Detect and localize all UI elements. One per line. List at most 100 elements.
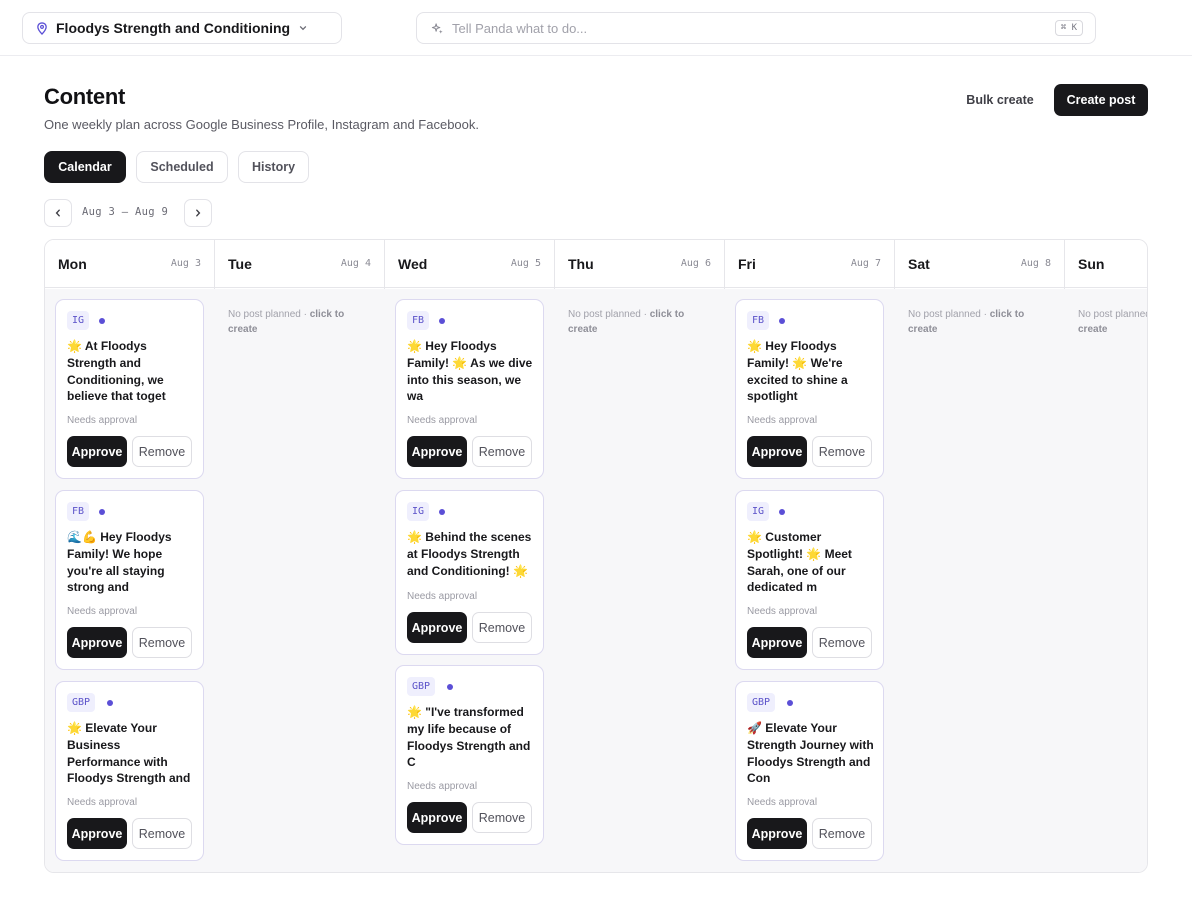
bulk-create-button[interactable]: Bulk create (956, 84, 1044, 116)
approve-button[interactable]: Approve (407, 612, 467, 643)
remove-button[interactable]: Remove (132, 818, 192, 849)
day-header: Thu Aug 6 (555, 240, 724, 288)
approve-button[interactable]: Approve (67, 436, 127, 467)
post-card[interactable]: IG 🌟 At Floodys Strength and Conditioning… (55, 299, 204, 479)
day-name: Mon (58, 256, 87, 272)
day-header: SunAug 9 (1065, 240, 1147, 288)
approval-status: Needs approval (747, 606, 818, 617)
day-header: Mon Aug 3 (45, 240, 214, 288)
post-card[interactable]: IG 🌟 Behind the scenes at Floodys Strengt… (395, 490, 544, 655)
status-dot (439, 509, 445, 515)
empty-text: No post planned · (228, 309, 310, 320)
chevron-left-icon (55, 209, 60, 217)
remove-button[interactable]: Remove (472, 436, 532, 467)
post-card[interactable]: IG 🌟 Customer Spotlight! 🌟 Meet Sarah, on… (735, 490, 884, 670)
day-body[interactable]: No post planned · click to create (1065, 289, 1148, 872)
day-date: Aug 4 (340, 258, 371, 269)
post-preview-text: 🌟 "I've transformed my life because of F… (407, 705, 531, 770)
day-column-tue: Tue Aug 4 No post planned · click to creat… (215, 240, 385, 872)
approve-button[interactable]: Approve (67, 627, 127, 658)
chevron-down-icon (299, 26, 307, 31)
remove-button[interactable]: Remove (472, 612, 532, 643)
empty-slot[interactable]: No post planned · click to create (228, 307, 368, 337)
shortcut-hint: ⌘ K (1054, 20, 1083, 36)
day-name: Sat (908, 256, 930, 272)
create-post-button[interactable]: Create post (1054, 84, 1148, 116)
command-bar[interactable]: ⌘ K (416, 12, 1096, 44)
day-body[interactable]: No post planned · click to create (895, 289, 1065, 872)
approve-button[interactable]: Approve (747, 627, 807, 658)
status-dot (99, 509, 105, 515)
platform-badge: IG (67, 311, 90, 330)
chevron-right-icon (196, 209, 201, 217)
day-body: IG 🌟 At Floodys Strength and Conditioning… (45, 289, 215, 872)
remove-button[interactable]: Remove (812, 436, 872, 467)
day-header: Sat Aug 8 (895, 240, 1064, 288)
week-calendar: Mon Aug 3 IG 🌟 At Floodys Strength and Cond… (44, 239, 1148, 873)
approve-button[interactable]: Approve (747, 436, 807, 467)
status-dot (107, 700, 113, 706)
post-card[interactable]: FB 🌊💪 Hey Floodys Family! We hope you're … (55, 490, 204, 670)
empty-text: No post planned · (1078, 309, 1148, 320)
day-body[interactable]: No post planned · click to create (215, 289, 385, 872)
post-card[interactable]: FB 🌟 Hey Floodys Family! 🌟 As we dive int… (395, 299, 544, 479)
platform-badge: GBP (407, 677, 436, 696)
command-input[interactable] (452, 20, 1095, 36)
week-range: Aug 3 – Aug 9 (82, 206, 169, 218)
approval-status: Needs approval (67, 797, 138, 808)
empty-slot[interactable]: No post planned · click to create (568, 307, 708, 337)
post-preview-text: 🌟 Behind the scenes at Floodys Strength … (407, 530, 532, 578)
remove-button[interactable]: Remove (132, 627, 192, 658)
approve-button[interactable]: Approve (407, 802, 467, 833)
page-title: Content (44, 84, 125, 109)
day-body: FB 🌟 Hey Floodys Family! 🌟 We're excited … (725, 289, 895, 872)
map-pin-icon (37, 21, 47, 35)
platform-badge: FB (67, 502, 90, 521)
empty-slot[interactable]: No post planned · click to create (908, 307, 1048, 337)
platform-badge: IG (747, 502, 770, 521)
remove-button[interactable]: Remove (472, 802, 532, 833)
status-dot (99, 318, 105, 324)
day-body[interactable]: No post planned · click to create (555, 289, 725, 872)
post-card[interactable]: GBP 🚀 Elevate Your Strength Journey with … (735, 681, 884, 861)
top-bar: Floodys Strength and Conditioning ⌘ K (0, 0, 1192, 56)
day-column-fri: Fri Aug 7 FB 🌟 Hey Floodys Family! 🌟 We're … (725, 240, 895, 872)
next-week-button[interactable] (184, 199, 212, 227)
empty-text: No post planned · (568, 309, 650, 320)
remove-button[interactable]: Remove (812, 627, 872, 658)
remove-button[interactable]: Remove (132, 436, 192, 467)
day-date: Aug 6 (680, 258, 711, 269)
day-header: Tue Aug 4 (215, 240, 384, 288)
approve-button[interactable]: Approve (67, 818, 127, 849)
remove-button[interactable]: Remove (812, 818, 872, 849)
tab-calendar[interactable]: Calendar (44, 151, 126, 183)
approve-button[interactable]: Approve (407, 436, 467, 467)
day-column-sun: SunAug 9 No post planned · click to creat… (1065, 240, 1148, 872)
day-column-mon: Mon Aug 3 IG 🌟 At Floodys Strength and Cond… (45, 240, 215, 872)
post-card[interactable]: GBP 🌟 Elevate Your Business Performance w… (55, 681, 204, 861)
day-date: Aug 3 (170, 258, 201, 269)
status-dot (447, 684, 453, 690)
approve-button[interactable]: Approve (747, 818, 807, 849)
page-subtitle: One weekly plan across Google Business P… (44, 117, 480, 132)
day-name: Sun (1078, 256, 1105, 272)
post-preview-text: 🌊💪 Hey Floodys Family! We hope you're al… (67, 530, 172, 595)
day-name: Tue (228, 256, 252, 272)
status-dot (779, 509, 785, 515)
previous-week-button[interactable] (44, 199, 72, 227)
approval-status: Needs approval (407, 781, 478, 792)
location-selector[interactable]: Floodys Strength and Conditioning (22, 12, 342, 44)
tab-scheduled[interactable]: Scheduled (136, 151, 228, 183)
tab-history[interactable]: History (238, 151, 309, 183)
day-body: FB 🌟 Hey Floodys Family! 🌟 As we dive int… (385, 289, 555, 872)
post-card[interactable]: GBP 🌟 "I've transformed my life because o… (395, 665, 544, 845)
approval-status: Needs approval (407, 415, 478, 426)
post-preview-text: 🌟 Customer Spotlight! 🌟 Meet Sarah, one … (747, 530, 852, 595)
platform-badge: IG (407, 502, 430, 521)
day-column-sat: Sat Aug 8 No post planned · click to creat… (895, 240, 1065, 872)
status-dot (779, 318, 785, 324)
platform-badge: FB (407, 311, 430, 330)
post-card[interactable]: FB 🌟 Hey Floodys Family! 🌟 We're excited … (735, 299, 884, 479)
empty-slot[interactable]: No post planned · click to create (1078, 307, 1148, 337)
day-date: Aug 7 (850, 258, 881, 269)
